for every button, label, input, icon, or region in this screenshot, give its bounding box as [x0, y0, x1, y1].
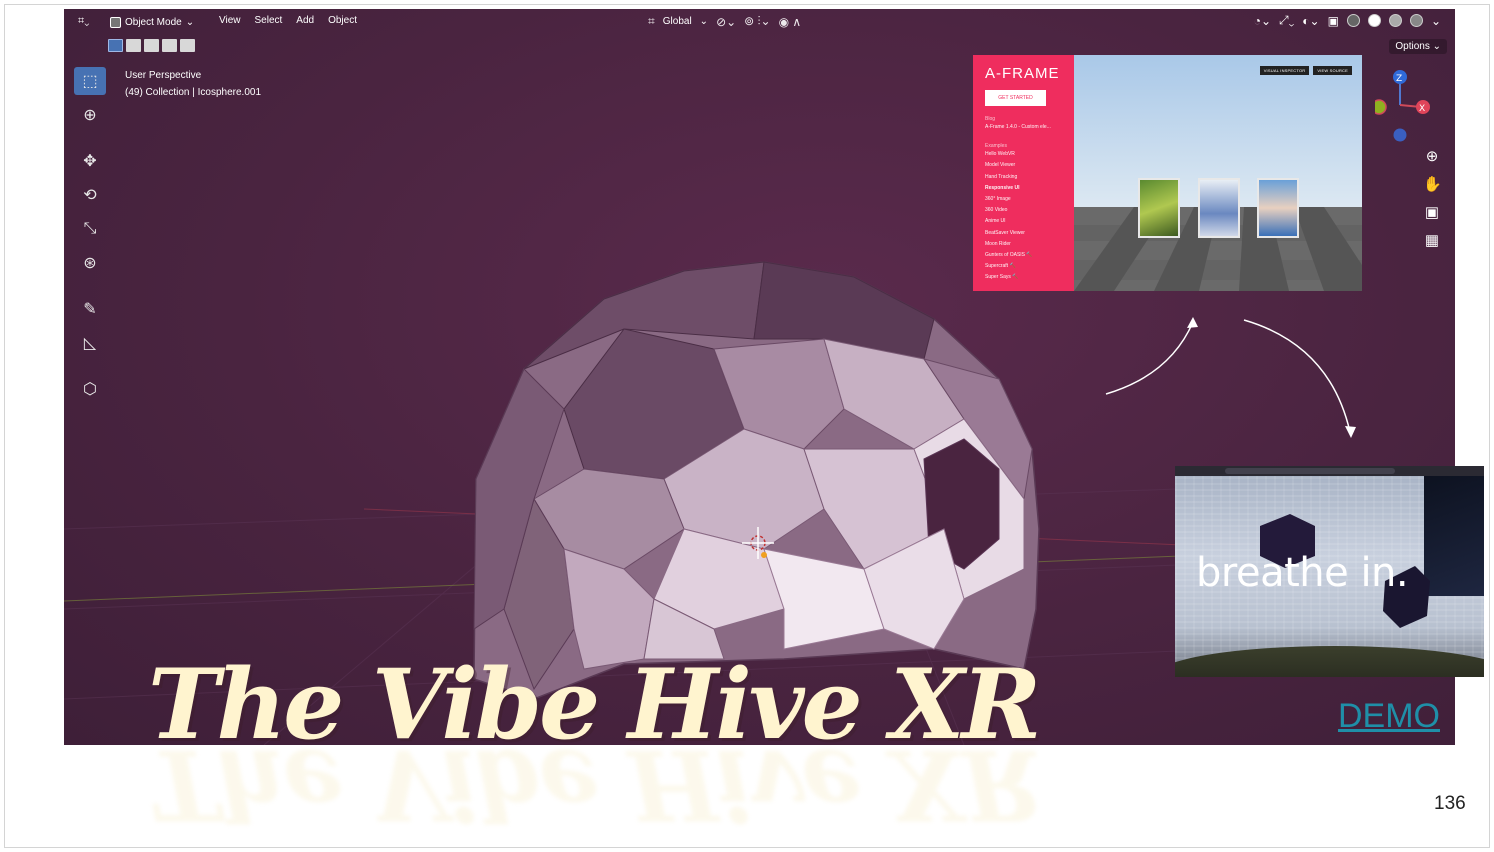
breathe-text: breathe in. — [1196, 550, 1409, 596]
slide-title: The Vibe Hive XR — [148, 648, 1041, 761]
page-number: 136 — [1434, 793, 1466, 814]
arrow-down-icon — [1243, 319, 1351, 433]
browser-bar — [1175, 466, 1484, 476]
breathe-screenshot: breathe in. — [1175, 466, 1484, 677]
arrow-up-icon — [1105, 321, 1194, 395]
demo-link[interactable]: DEMO — [1338, 697, 1440, 736]
url-bar[interactable] — [1225, 468, 1395, 474]
